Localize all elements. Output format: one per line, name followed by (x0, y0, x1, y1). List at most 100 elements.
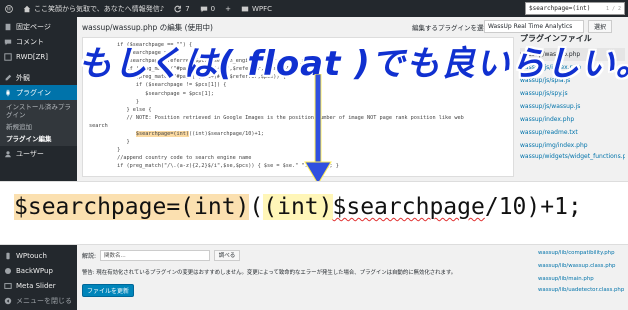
plug-icon (6, 89, 10, 96)
function-select-value: 関数名... (104, 253, 126, 259)
comment-icon (200, 6, 207, 12)
code-line: //append country code to search engine n… (89, 155, 252, 162)
code-line: } else { (89, 106, 152, 113)
site-name-item[interactable]: ここ笑顔から気取で、あなたへ情報発信♪ (18, 4, 169, 14)
file-link[interactable]: wassup/lib/compatibility.php (538, 247, 628, 260)
code-line: $searchpage = $pcs[1]; (89, 90, 214, 97)
home-icon (23, 5, 31, 12)
file-link[interactable]: wassup/index.php (520, 113, 625, 126)
site-title: ここ笑顔から気取で、あなたへ情報発信♪ (34, 4, 165, 13)
plugin-select[interactable]: WassUp Real Time Analytics (484, 20, 584, 33)
select-button[interactable]: 選択 (588, 20, 612, 33)
page-title: wassup/wassup.php の編集 (使用中) (82, 22, 213, 32)
file-link[interactable]: wassup/js/wassup.js (520, 100, 625, 113)
sidebar-item-rwd[interactable]: RWD[ZR] (0, 49, 77, 64)
file-link[interactable]: wassup/readme.txt (520, 126, 625, 139)
find-count: 1 / 2 (605, 5, 621, 12)
comments-count: 0 (210, 4, 216, 13)
sidebar-item-backwpup[interactable]: BackWPup (0, 263, 77, 278)
svg-text:W: W (7, 6, 12, 12)
update-file-button[interactable]: ファイルを更新 (82, 284, 134, 297)
refresh-icon (174, 5, 182, 12)
zoom-int-cast: (int) (263, 194, 333, 220)
sidebar-item-label: Meta Slider (16, 281, 56, 290)
warning-text: 警告: 現在有効化されているプラグインの変更はおすすめしません。変更によって致命… (82, 270, 457, 276)
sidebar-item-pages[interactable]: 固定ページ (0, 19, 77, 34)
file-link[interactable]: wassup/js/spy.js (520, 87, 625, 100)
sidebar-item-comments[interactable]: コメント (0, 34, 77, 49)
mobile-icon (6, 252, 10, 259)
code-line-highlighted: $searchpage=(int)((int)$searchpage/10)+1… (89, 130, 507, 138)
code-line: // NOTE: Position retrieved in Google Im… (89, 114, 464, 121)
search-match: $searchpage=(int) (135, 131, 189, 138)
sidebar-item-label: コメント (16, 37, 44, 46)
code-line: search (89, 122, 108, 129)
plugin-files-list-lower: wassup/lib/compatibility.php wassup/lib/… (538, 247, 628, 304)
sidebar-item-label: 外観 (16, 73, 30, 82)
layout-icon (4, 52, 12, 61)
page-icon (5, 23, 11, 30)
backup-icon (4, 267, 12, 274)
zoom-paren: ( (249, 194, 264, 220)
sidebar-item-meta-slider[interactable]: Meta Slider (0, 278, 77, 293)
file-link[interactable]: wassup/widgets/widget_functions.php (520, 152, 625, 172)
submenu-plugin-editor[interactable]: プラグイン編集 (0, 132, 77, 144)
documentation-row: 解説: 関数名... 調べる (82, 247, 514, 263)
comment-icon (4, 39, 12, 45)
plugins-submenu: インストール済みプラグイン 新規追加 プラグイン編集 (0, 100, 77, 146)
find-in-page-box[interactable]: $searchpage=(int) 1 / 2 (525, 2, 625, 15)
sidebar-item-users[interactable]: ユーザー (0, 146, 77, 161)
code-line: if (preg_match("/\.(a-z){2,2}$/i",$se,$p… (89, 163, 339, 170)
sidebar-item-label: WPtouch (16, 251, 47, 260)
sidebar-item-wptouch[interactable]: WPtouch (0, 248, 77, 263)
new-content-item[interactable]: + (220, 5, 236, 13)
screen: W ここ笑顔から気取で、あなたへ情報発信♪ 7 0 + WPFC $search… (0, 0, 628, 310)
plugin-select-value: WassUp Real Time Analytics (488, 23, 573, 30)
submenu-add-new[interactable]: 新規追加 (0, 120, 77, 132)
cache-icon (241, 6, 249, 11)
updates-count: 7 (185, 4, 190, 13)
documentation-label: 解説: (82, 252, 97, 260)
zoom-tail: /10)+1; (484, 194, 582, 220)
new-label: + (225, 4, 231, 13)
code-line: } (89, 147, 121, 154)
zoomed-code-line: $searchpage=(int)((int)$searchpage/10)+1… (14, 194, 582, 220)
submenu-installed-plugins[interactable]: インストール済みプラグイン (0, 102, 77, 120)
sidebar-item-label: メニューを閉じる (16, 296, 72, 305)
zoom-variable: $searchpage (332, 194, 485, 220)
collapse-icon (4, 297, 12, 304)
zoomed-code-panel: $searchpage=(int)((int)$searchpage/10)+1… (0, 181, 628, 245)
overlay-title: もしくは( float )でも良いらしい。 (78, 44, 628, 84)
slider-icon (4, 282, 12, 289)
file-link[interactable]: wassup/lib/main.php (538, 273, 628, 286)
sidebar-item-label: 固定ページ (16, 22, 51, 31)
find-query: $searchpage=(int) (529, 5, 591, 12)
editor-footer: 解説: 関数名... 調べる 警告: 現在有効化されているプラグインの変更はおす… (82, 247, 514, 310)
code-line: } (89, 98, 139, 105)
sidebar-item-plugins[interactable]: プラグイン (0, 85, 77, 100)
updates-item[interactable]: 7 (169, 5, 194, 13)
wpfc-item[interactable]: WPFC (236, 5, 277, 13)
plugin-select-label: 編集するプラグインを選択: (412, 24, 493, 32)
function-select[interactable]: 関数名... (100, 249, 211, 261)
sidebar-item-label: プラグイン (16, 88, 51, 97)
file-link[interactable]: wassup/lib/uadetector.class.php (538, 286, 628, 304)
file-link[interactable]: wassup/lib/wassup.class.php (538, 260, 628, 273)
wordpress-icon: W (5, 4, 13, 13)
wpfc-label: WPFC (252, 4, 273, 13)
wp-logo-item[interactable]: W (0, 4, 18, 13)
sidebar-item-label: ユーザー (16, 149, 44, 158)
sidebar-item-label: BackWPup (16, 266, 53, 275)
sidebar-item-appearance[interactable]: 外観 (0, 70, 77, 85)
sidebar-item-label: RWD[ZR] (16, 52, 49, 61)
lookup-button[interactable]: 調べる (214, 249, 241, 261)
code-rest: ((int)$searchpage/10)+1; (188, 131, 264, 138)
zoom-highlight-match: $searchpage=(int) (14, 194, 250, 220)
down-arrow-icon (304, 74, 332, 185)
comments-item[interactable]: 0 (195, 5, 220, 13)
file-link[interactable]: wassup/img/index.php (520, 139, 625, 152)
admin-sidebar-lower: WPtouch BackWPup Meta Slider メニューを閉じる (0, 245, 77, 310)
user-icon (5, 150, 11, 157)
collapse-menu-button[interactable]: メニューを閉じる (0, 293, 77, 308)
brush-icon (5, 74, 12, 80)
